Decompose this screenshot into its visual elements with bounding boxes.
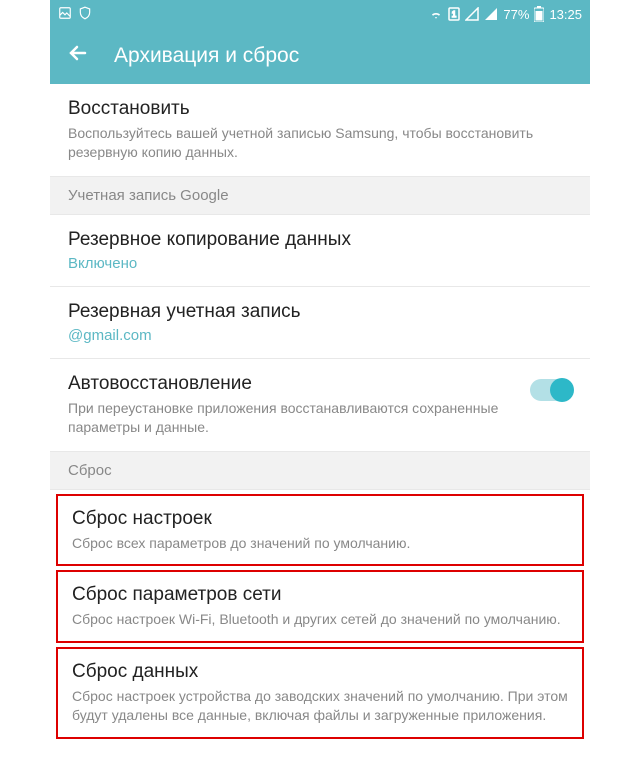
shield-icon [78, 6, 92, 23]
battery-percent: 77% [503, 7, 529, 22]
backup-account-value: @gmail.com [68, 327, 572, 344]
image-icon [58, 6, 72, 23]
auto-restore-toggle[interactable] [530, 379, 572, 401]
reset-header: Сброс [50, 452, 590, 490]
reset-settings-item[interactable]: Сброс настроек Сброс всех параметров до … [56, 494, 584, 567]
reset-network-desc: Сброс настроек Wi-Fi, Bluetooth и других… [72, 610, 568, 629]
backup-value: Включено [68, 255, 572, 272]
backup-account-item[interactable]: Резервная учетная запись @gmail.com [50, 287, 590, 359]
battery-icon [534, 6, 544, 22]
signal-icon-1 [465, 7, 479, 21]
status-bar: 1 77% 13:25 [50, 0, 590, 28]
restore-title: Восстановить [68, 98, 572, 120]
restore-desc: Воспользуйтесь вашей учетной записью Sam… [68, 124, 572, 162]
auto-restore-item[interactable]: Автовосстановление При переустановке при… [50, 359, 590, 452]
signal-icon-2 [484, 7, 498, 21]
sim-icon: 1 [448, 7, 460, 21]
reset-data-item[interactable]: Сброс данных Сброс настроек устройства д… [56, 647, 584, 739]
reset-settings-desc: Сброс всех параметров до значений по умо… [72, 534, 568, 553]
status-right: 1 77% 13:25 [429, 6, 582, 22]
google-account-header: Учетная запись Google [50, 177, 590, 215]
restore-item[interactable]: Восстановить Воспользуйтесь вашей учетно… [50, 84, 590, 177]
svg-text:1: 1 [452, 10, 457, 19]
auto-restore-desc: При переустановке приложения восстанавли… [68, 399, 518, 437]
reset-network-title: Сброс параметров сети [72, 584, 568, 606]
reset-network-item[interactable]: Сброс параметров сети Сброс настроек Wi-… [56, 570, 584, 643]
auto-restore-title: Автовосстановление [68, 373, 518, 395]
backup-account-title: Резервная учетная запись [68, 301, 572, 323]
backup-title: Резервное копирование данных [68, 229, 572, 251]
back-arrow-icon[interactable] [66, 41, 90, 72]
reset-settings-title: Сброс настроек [72, 508, 568, 530]
reset-data-desc: Сброс настроек устройства до заводских з… [72, 687, 568, 725]
status-left [58, 6, 92, 23]
settings-screen: 1 77% 13:25 Архивация и сброс Восстанови… [50, 0, 590, 739]
page-title: Архивация и сброс [114, 44, 299, 68]
clock: 13:25 [549, 7, 582, 22]
reset-data-title: Сброс данных [72, 661, 568, 683]
backup-data-item[interactable]: Резервное копирование данных Включено [50, 215, 590, 287]
wifi-icon [429, 7, 443, 21]
app-header: Архивация и сброс [50, 28, 590, 84]
